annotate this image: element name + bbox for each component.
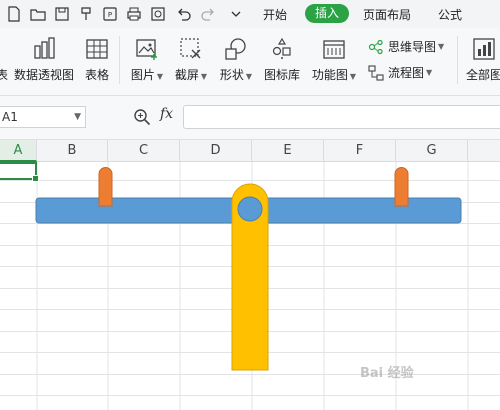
title-menu-bar: P 开始 插入 页面布局 公式 — [0, 0, 500, 28]
pivot-chart-label: 数据透视图 — [14, 68, 75, 82]
flowchart-label: 流程图 — [388, 66, 425, 80]
menu-page-layout[interactable]: 页面布局 — [363, 6, 411, 23]
open-folder-icon[interactable] — [30, 6, 46, 22]
ribbon-insert: 表 数据透视图 表格 图片 ▼ 截屏 ▼ 形状 ▼ 图标库 功能图 ▼ 思维导图… — [0, 28, 500, 96]
name-box-dropdown-icon[interactable]: ▼ — [74, 107, 81, 127]
shapes-icon — [223, 36, 249, 62]
function-chart-icon — [321, 36, 347, 62]
table-icon — [84, 36, 110, 62]
drawing-layer — [35, 167, 462, 371]
pivot-chart-button[interactable]: 数据透视图 — [14, 36, 74, 83]
ribbon-cutoff-label[interactable]: 表 — [0, 66, 8, 83]
watermark-logo: Bai 经验 — [360, 366, 414, 381]
flowchart-button[interactable]: 流程图 ▼ — [368, 64, 432, 81]
formula-bar: A1 ▼ fx — [0, 96, 500, 140]
all-charts-label: 全部图 — [465, 68, 500, 82]
picture-label: 图片 ▼ — [130, 68, 164, 82]
name-box[interactable]: A1 ▼ — [0, 106, 86, 128]
undo-icon[interactable] — [176, 6, 192, 22]
right-pin-shape[interactable] — [394, 167, 409, 207]
table-button[interactable]: 表格 — [82, 36, 112, 83]
icon-library-icon — [269, 36, 295, 62]
export-pdf-icon[interactable]: P — [102, 6, 118, 22]
screenshot-button[interactable]: 截屏 ▼ — [172, 36, 210, 83]
shapes-button[interactable]: 形状 ▼ — [217, 36, 255, 83]
screenshot-icon — [178, 36, 204, 62]
shapes-label: 形状 ▼ — [219, 68, 253, 82]
format-painter-icon[interactable] — [78, 6, 94, 22]
menu-formulas[interactable]: 公式 — [438, 6, 462, 23]
mind-map-icon — [368, 39, 384, 55]
flowchart-icon — [368, 64, 384, 81]
pivot-circle-shape[interactable] — [237, 196, 263, 222]
picture-button[interactable]: 图片 ▼ — [128, 36, 166, 83]
mind-map-label: 思维导图 — [388, 40, 437, 54]
pivot-chart-icon — [31, 36, 57, 62]
svg-text:P: P — [108, 11, 112, 19]
redo-icon[interactable] — [200, 6, 216, 22]
menu-start[interactable]: 开始 — [263, 6, 287, 23]
insert-function-button[interactable]: fx — [160, 106, 173, 122]
all-charts-icon — [471, 36, 497, 62]
print-preview-icon[interactable] — [150, 6, 166, 22]
left-pin-shape[interactable] — [98, 167, 113, 207]
function-chart-button[interactable]: 功能图 ▼ — [310, 36, 358, 83]
new-file-icon[interactable] — [6, 6, 22, 22]
icon-library-label: 图标库 — [263, 68, 300, 82]
quick-access-dropdown-icon[interactable] — [228, 6, 244, 22]
all-charts-button[interactable]: 全部图 — [462, 36, 500, 83]
picture-icon — [134, 36, 160, 62]
function-chart-label: 功能图 ▼ — [311, 68, 357, 82]
zoom-formula-icon[interactable] — [133, 108, 151, 126]
mind-map-button[interactable]: 思维导图 ▼ — [368, 38, 444, 55]
save-icon[interactable] — [54, 6, 70, 22]
name-box-value: A1 — [2, 110, 18, 124]
formula-input[interactable] — [183, 105, 500, 129]
print-icon[interactable] — [126, 6, 142, 22]
screenshot-label: 截屏 ▼ — [174, 68, 208, 82]
menu-insert[interactable]: 插入 — [305, 4, 349, 23]
table-label: 表格 — [84, 68, 109, 82]
icon-library-button[interactable]: 图标库 — [262, 36, 302, 83]
